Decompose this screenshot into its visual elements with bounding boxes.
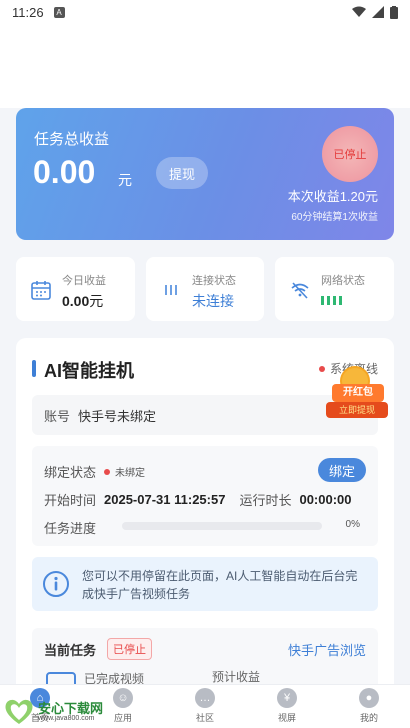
connection-status-value: 未连接 (192, 293, 234, 309)
bind-info-box: 绑定状态 未绑定 绑定 开始时间 2025-07-31 11:25:57 运行时… (32, 446, 378, 546)
current-task-badge: 已停止 (107, 638, 152, 660)
run-status-button[interactable]: 已停止 (322, 126, 378, 182)
progress-percent: 0% (345, 519, 360, 530)
panel-title: AI智能挂机 (44, 361, 134, 381)
bind-button[interactable]: 绑定 (318, 458, 366, 482)
task-progress-bar (122, 522, 322, 530)
status-time: 11:26 (12, 4, 44, 20)
network-signal-icon (321, 296, 342, 305)
time-row: 开始时间 2025-07-31 11:25:57 运行时长 00:00:00 (44, 490, 352, 509)
chat-icon: … (195, 688, 215, 708)
info-icon (43, 571, 69, 597)
account-value: 快手号未绑定 (78, 408, 157, 424)
run-status-label: 已停止 (333, 149, 367, 161)
network-status-label: 网络状态 (321, 275, 365, 287)
tab-video-label: 视屏 (277, 713, 296, 723)
connection-status-card: 连接状态 未连接 (146, 257, 264, 321)
info-notice: 您可以不用停留在此页面，AI人工智能自动在后台完成快手广告视频任务 (32, 557, 378, 611)
account-label: 账号 (44, 408, 71, 424)
status-icons (352, 5, 398, 19)
watermark-logo-icon (5, 699, 33, 724)
unbound-dot (104, 468, 111, 475)
watermark: 安心下载网 www.java800.com (2, 696, 112, 726)
promo-line1: 开红包 (332, 384, 384, 402)
battery-icon (390, 5, 398, 19)
wifi-icon (352, 6, 366, 17)
bind-status-row: 绑定状态 未绑定 (44, 462, 145, 481)
bind-status-text: 未绑定 (115, 468, 146, 479)
progress-row: 任务进度 (44, 518, 96, 537)
tab-community[interactable]: … 社区 (175, 688, 235, 724)
run-time-label: 运行时长 (239, 493, 292, 508)
signal-icon (372, 6, 384, 18)
tab-community-label: 社区 (195, 713, 214, 723)
today-income-unit: 元 (89, 293, 104, 309)
bind-status-label: 绑定状态 (44, 465, 97, 480)
title-accent-bar (32, 360, 36, 377)
ad-browse-link[interactable]: 快手广告浏览 (288, 640, 366, 659)
current-task-label: 当前任务 (44, 643, 97, 658)
session-income: 本次收益1.20元 (287, 189, 378, 204)
tab-video[interactable]: ¥ 视屏 (257, 688, 317, 724)
today-income-amount: 0.00 (62, 293, 90, 309)
total-earnings-amount: 0.00 (33, 154, 96, 190)
start-time-label: 开始时间 (44, 493, 97, 508)
start-time-value: 2025-07-31 11:25:57 (104, 492, 226, 507)
notification-icon: A (53, 6, 65, 18)
user-icon: ● (359, 688, 379, 708)
progress-label: 任务进度 (44, 521, 97, 536)
watermark-url: www.java800.com (38, 715, 95, 722)
top-header-area (0, 24, 410, 108)
run-time-value: 00:00:00 (299, 492, 352, 507)
red-packet-promo[interactable]: 开红包 立即提现 (322, 366, 392, 426)
estimated-income-label: 预计收益 (212, 670, 261, 684)
network-status-card: 网络状态 (275, 257, 394, 321)
info-text: 您可以不用停留在此页面，AI人工智能自动在后台完成快手广告视频任务 (82, 569, 358, 601)
earnings-card: 任务总收益 0.00 元 提现 已停止 本次收益1.20元 60分钟结算1次收益 (16, 108, 394, 240)
bind-status-value: 未绑定 (104, 464, 145, 479)
tab-mine[interactable]: ● 我的 (339, 688, 399, 724)
tab-mine-label: 我的 (359, 713, 378, 723)
today-income-value: 0.00元 (62, 291, 103, 311)
connection-status-label: 连接状态 (192, 275, 236, 287)
connection-bars-icon (165, 285, 177, 295)
total-earnings-unit: 元 (118, 172, 132, 188)
yen-icon: ¥ (277, 688, 297, 708)
promo-line2: 立即提现 (326, 402, 388, 418)
status-bar: 11:26 A (0, 0, 410, 24)
calendar-icon (31, 281, 51, 300)
withdraw-button[interactable]: 提现 (156, 157, 208, 189)
today-income-label: 今日收益 (62, 275, 106, 287)
apps-icon: ☺ (113, 688, 133, 708)
wifi-off-icon (291, 282, 309, 299)
settle-note: 60分钟结算1次收益 (291, 212, 378, 223)
total-earnings-label: 任务总收益 (34, 131, 110, 148)
today-income-card: 今日收益 0.00元 (16, 257, 135, 321)
